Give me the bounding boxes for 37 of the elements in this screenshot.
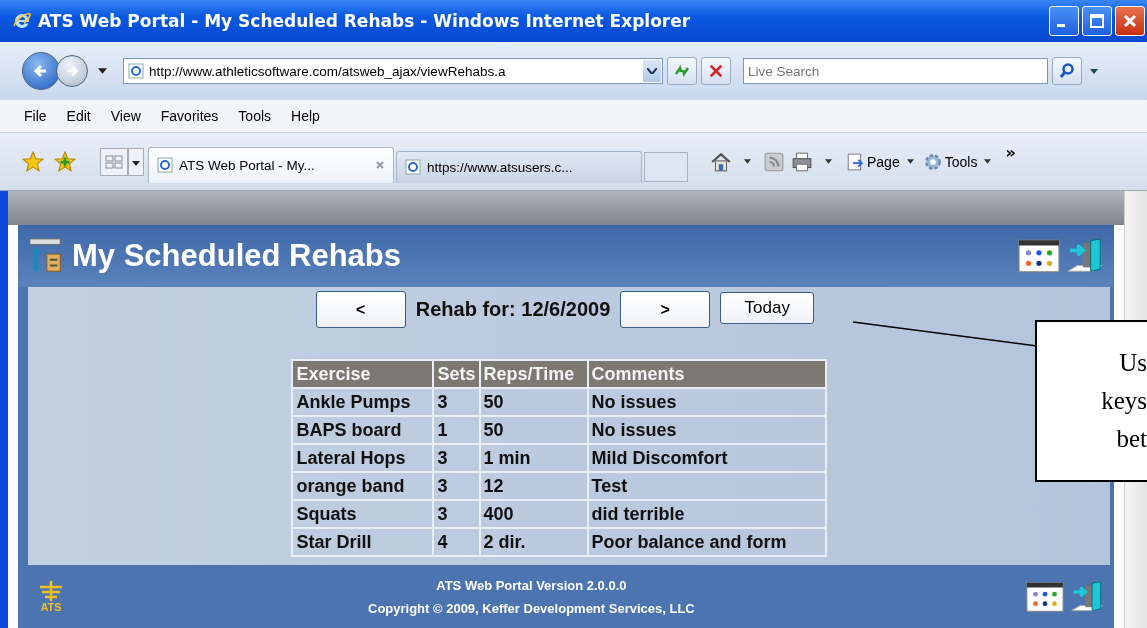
table-cell: orange band	[292, 472, 434, 500]
table-cell: Ankle Pumps	[292, 388, 434, 416]
column-header: Comments	[587, 360, 826, 388]
window-title: ATS Web Portal - My Scheduled Rehabs - Windows Internet Explorer	[38, 11, 691, 31]
table-cell: did terrible	[587, 500, 826, 528]
table-cell: 1 min	[479, 444, 588, 472]
copyright-text: Copyright © 2009, Keffer Development Services, LLC	[368, 601, 695, 616]
version-text: ATS Web Portal Version 2.0.0.0	[436, 578, 627, 593]
tab-label: ATS Web Portal - My...	[179, 157, 315, 173]
table-cell: BAPS board	[292, 416, 434, 444]
table-cell: Poor balance and form	[587, 528, 826, 556]
table-cell: 2 dir.	[479, 528, 588, 556]
table-cell: 400	[479, 500, 588, 528]
date-label: Rehab for: 12/6/2009	[415, 298, 611, 321]
table-cell: 12	[479, 472, 588, 500]
table-cell: No issues	[587, 388, 826, 416]
column-header: Reps/Time	[479, 360, 588, 388]
table-cell: 50	[479, 388, 588, 416]
tab-label: https://www.atsusers.c...	[427, 159, 573, 175]
table-cell: 3	[433, 500, 480, 528]
column-header: Sets	[433, 360, 480, 388]
column-header: Exercise	[292, 360, 434, 388]
table-cell: Squats	[292, 500, 434, 528]
table-cell: Star Drill	[292, 528, 434, 556]
table-cell: 50	[479, 416, 588, 444]
table-cell: 3	[433, 444, 480, 472]
table-cell: Mild Discomfort	[587, 444, 826, 472]
table-cell: No issues	[587, 416, 826, 444]
page-title: My Scheduled Rehabs	[72, 238, 402, 274]
logo-text: ATS	[40, 601, 62, 613]
callout-tooltip: Us keys bet	[1035, 320, 1147, 482]
table-cell: 4	[433, 528, 480, 556]
table-cell: 3	[433, 388, 480, 416]
table-cell: 3	[433, 472, 480, 500]
table-cell: 1	[433, 416, 480, 444]
table-cell: Lateral Hops	[292, 444, 434, 472]
table-cell: Test	[587, 472, 826, 500]
